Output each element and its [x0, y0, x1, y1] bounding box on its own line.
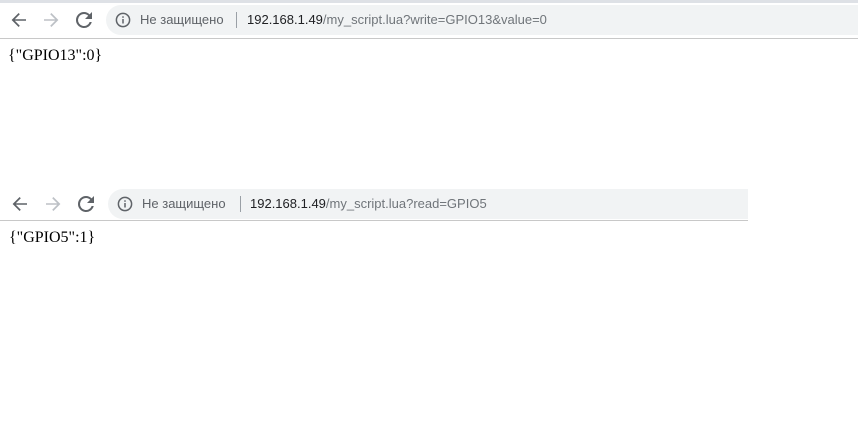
reload-button[interactable]	[74, 192, 98, 216]
info-icon[interactable]	[117, 196, 133, 212]
arrow-left-icon	[11, 13, 26, 27]
response-json: {"GPIO5":1}	[9, 229, 96, 246]
reload-button[interactable]	[72, 8, 96, 32]
address-bar[interactable]: Не защищено 192.168.1.49/my_script.lua?w…	[106, 5, 858, 35]
url-host: 192.168.1.49	[250, 196, 326, 211]
url-divider	[236, 12, 237, 28]
forward-button[interactable]	[39, 8, 63, 32]
back-button[interactable]	[7, 8, 31, 32]
browser-window-write: Не защищено 192.168.1.49/my_script.lua?w…	[0, 0, 858, 180]
browser-toolbar: Не защищено 192.168.1.49/my_script.lua?w…	[0, 3, 858, 37]
toolbar-divider	[0, 220, 748, 221]
back-button[interactable]	[8, 192, 32, 216]
url-path: /my_script.lua?read=GPIO5	[325, 196, 487, 211]
reload-icon	[78, 196, 94, 212]
reload-icon	[76, 12, 92, 28]
forward-button[interactable]	[41, 192, 65, 216]
url-path: /my_script.lua?write=GPIO13&value=0	[322, 12, 547, 27]
url-text[interactable]: 192.168.1.49/my_script.lua?read=GPIO5	[250, 196, 487, 212]
security-status-label[interactable]: Не защищено	[140, 12, 224, 28]
info-icon[interactable]	[115, 12, 131, 28]
arrow-right-icon	[44, 13, 59, 27]
url-divider	[240, 196, 241, 212]
address-bar[interactable]: Не защищено 192.168.1.49/my_script.lua?r…	[108, 189, 748, 219]
arrow-right-icon	[46, 197, 61, 211]
arrow-left-icon	[12, 197, 27, 211]
response-json: {"GPIO13":0}	[8, 47, 103, 64]
browser-window-read: Не защищено 192.168.1.49/my_script.lua?r…	[0, 186, 748, 441]
browser-toolbar: Не защищено 192.168.1.49/my_script.lua?r…	[0, 187, 748, 221]
url-text[interactable]: 192.168.1.49/my_script.lua?write=GPIO13&…	[247, 12, 547, 28]
toolbar-divider	[0, 38, 858, 39]
url-host: 192.168.1.49	[247, 12, 323, 27]
security-status-label[interactable]: Не защищено	[142, 196, 226, 212]
